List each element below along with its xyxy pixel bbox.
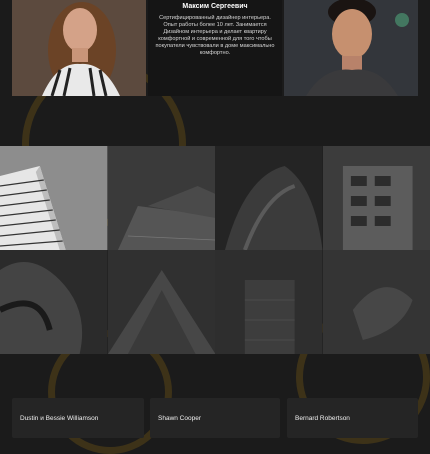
review-author: Shawn Cooper <box>158 415 201 422</box>
building-photo <box>0 146 108 250</box>
featured-name: Максим Сергеевич <box>148 3 282 10</box>
team-section: Максим Сергеевич Сертифицированный дизай… <box>0 0 430 96</box>
review-card[interactable]: Bernard Robertson <box>287 398 418 438</box>
gallery-tile[interactable] <box>0 146 108 250</box>
woman-portrait-image <box>12 0 146 96</box>
gallery-tile[interactable] <box>0 250 108 354</box>
gallery-tile[interactable] <box>215 146 323 250</box>
building-photo <box>323 250 430 354</box>
building-photo <box>323 146 430 250</box>
building-photo <box>215 146 323 250</box>
gallery-tile[interactable] <box>215 250 323 354</box>
review-card[interactable]: Dustin и Bessie Williamson <box>12 398 144 438</box>
team-card-woman[interactable] <box>12 0 146 96</box>
gallery-grid <box>0 146 430 354</box>
review-author: Dustin и Bessie Williamson <box>20 415 98 422</box>
building-photo <box>0 250 108 354</box>
building-photo <box>215 250 323 354</box>
building-photo <box>108 146 216 250</box>
review-card[interactable]: Shawn Cooper <box>150 398 280 438</box>
team-card-featured[interactable]: Максим Сергеевич Сертифицированный дизай… <box>148 0 282 96</box>
team-card-man[interactable] <box>284 0 418 96</box>
gallery-tile[interactable] <box>323 250 430 354</box>
man-portrait-image <box>284 0 418 96</box>
gallery-tile[interactable] <box>323 146 430 250</box>
gallery-tile[interactable] <box>108 250 216 354</box>
gallery-tile[interactable] <box>108 146 216 250</box>
featured-bio: Сертифицированный дизайнер интерьера. Оп… <box>154 15 276 57</box>
building-photo <box>108 250 216 354</box>
review-author: Bernard Robertson <box>295 415 350 422</box>
